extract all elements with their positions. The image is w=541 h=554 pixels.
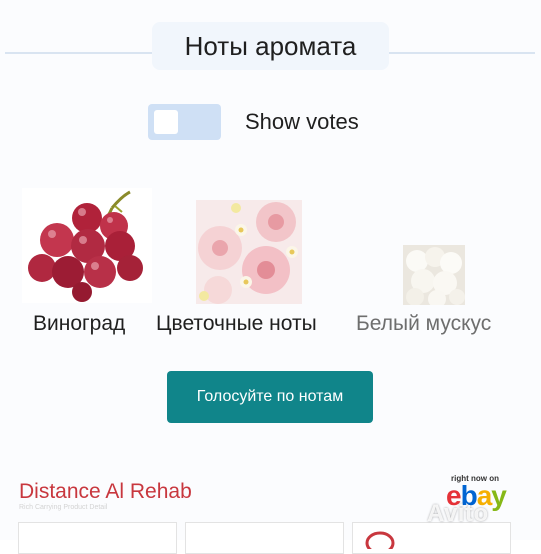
section-divider xyxy=(389,52,535,54)
ad-product-card[interactable] xyxy=(185,522,344,554)
product-thumbnail-icon xyxy=(365,531,395,549)
section-title: Ноты аромата xyxy=(152,22,389,70)
show-votes-toggle[interactable] xyxy=(148,104,221,140)
grape-image xyxy=(22,188,152,303)
white-musk-image xyxy=(403,245,465,305)
ad-subtitle: Rich Carrying Product Detail xyxy=(19,504,108,511)
note-item-floral[interactable]: Цветочные ноты xyxy=(156,200,317,348)
ad-product-card[interactable] xyxy=(18,522,177,554)
avito-watermark: Avito xyxy=(427,500,489,527)
flowers-image xyxy=(196,200,302,304)
note-label: Цветочные ноты xyxy=(156,312,317,335)
show-votes-label: Show votes xyxy=(245,109,359,134)
note-item-grape[interactable]: Виноград xyxy=(22,188,152,348)
note-label: Виноград xyxy=(33,312,126,335)
toggle-knob xyxy=(154,110,178,134)
note-item-white-musk[interactable]: Белый мускус xyxy=(356,245,491,348)
section-divider xyxy=(5,52,153,54)
note-label: Белый мускус xyxy=(356,312,492,335)
vote-notes-button[interactable]: Голосуйте по нотам xyxy=(167,371,373,423)
ad-title[interactable]: Distance Al Rehab xyxy=(19,480,192,504)
